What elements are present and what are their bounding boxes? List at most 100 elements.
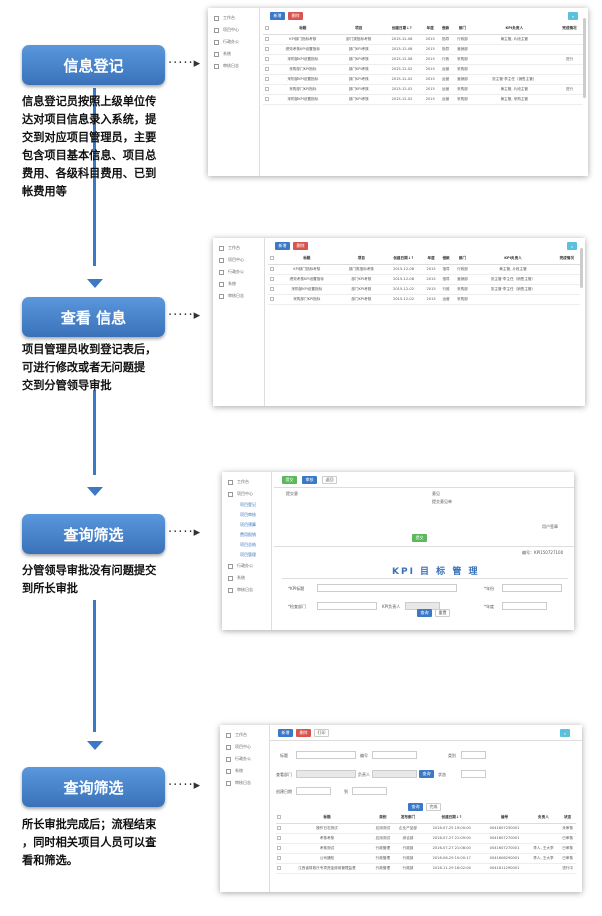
row-checkbox[interactable] [264, 46, 269, 51]
column-header[interactable] [268, 254, 276, 265]
delete-button[interactable]: 删除 [296, 729, 311, 737]
table-row[interactable]: 采购部KPI设置指标 部门KPI考核 2015-12-08 2015 行政 采购部 进行 [263, 54, 583, 65]
sidebar-item[interactable]: 系统 [220, 765, 269, 777]
select-all-checkbox[interactable] [264, 26, 269, 31]
table-row[interactable]: 绩效考核KPI设置指标 部门KPI考核 2015-12-08 2015 指导 营销部 [263, 44, 583, 55]
sidebar-item[interactable]: 项目中心 [222, 488, 271, 500]
table-row[interactable]: 采购部KPI设置指标 部门KPI考核 2015-12-02 2015 运营 采购部 黄主管,… [263, 94, 583, 105]
select-all-checkbox[interactable] [277, 815, 282, 820]
delete-button[interactable]: 删除 [288, 12, 303, 20]
table-row[interactable]: 采购部门KPI指标 部门KPI考核 2015-12-02 2015 运营 采购部 黄主管, … [263, 84, 583, 95]
search-icon[interactable]: ⌕ [560, 729, 570, 737]
sidebar-item[interactable]: 审核日志 [222, 584, 271, 596]
table-cell[interactable] [268, 294, 276, 305]
sidebar-item[interactable]: 工作台 [220, 729, 269, 741]
submit-button[interactable]: 提交 [282, 476, 297, 484]
table-row[interactable]: KPI部门指标考核 部门类指标考核 2015-12-08 2015 指导 行政部 黄主管, … [263, 34, 583, 45]
column-header[interactable] [263, 24, 271, 35]
scrollbar[interactable] [583, 18, 586, 98]
search-icon[interactable]: ⌕ [567, 242, 577, 250]
table-cell[interactable] [263, 84, 271, 95]
kpi-title-input[interactable] [317, 584, 457, 592]
table-row[interactable]: 操作日志测试 应用测试 企业产品部 2016-07-25 19:00:00 004160… [276, 823, 576, 834]
reset-button[interactable]: 完成 [426, 803, 441, 811]
sidebar-item[interactable]: 系统 [208, 48, 259, 60]
sidebar-item[interactable]: 行政办公 [220, 753, 269, 765]
sidebar-item[interactable]: 项目中心 [220, 741, 269, 753]
sidebar-subitem[interactable]: 项目登记 [222, 500, 271, 510]
year-input[interactable] [502, 602, 547, 610]
owner-filter[interactable] [372, 770, 417, 778]
query-button[interactable]: 查询 [408, 803, 423, 811]
add-button[interactable]: 新增 [278, 729, 293, 737]
sidebar-subitem[interactable]: 项目管理 [222, 550, 271, 560]
table-cell[interactable] [263, 94, 271, 105]
table-cell[interactable] [263, 34, 271, 45]
row-checkbox[interactable] [277, 845, 282, 850]
table-row[interactable]: KPI部门指标考核 部门类指标考核 2015-12-08 2015 指导 行政部 黄主管, … [268, 264, 580, 275]
table-cell[interactable] [263, 64, 271, 75]
sidebar-item[interactable]: 行政办公 [213, 266, 264, 278]
print-button[interactable]: 打印 [314, 729, 329, 737]
row-checkbox[interactable] [264, 66, 269, 71]
table-row[interactable]: 考核考核 应用测试 综合部 2016-07-27 21:09:00 0041607270… [276, 833, 576, 844]
table-cell[interactable] [268, 284, 276, 295]
select-button[interactable]: 查询 [417, 609, 432, 617]
table-row[interactable]: 采购部门KPI指标 部门KPI考核 2015-12-02 2015 运营 采购部 [263, 64, 583, 75]
sidebar-subitem[interactable]: 费用报销 [222, 530, 271, 540]
sidebar-item[interactable]: 审核日志 [220, 777, 269, 789]
row-checkbox[interactable] [264, 76, 269, 81]
number-filter[interactable] [372, 751, 417, 759]
row-checkbox[interactable] [277, 825, 282, 830]
review-button[interactable]: 审核 [302, 476, 317, 484]
row-checkbox[interactable] [264, 96, 269, 101]
row-checkbox[interactable] [264, 56, 269, 61]
add-button[interactable]: 新增 [275, 242, 290, 250]
clear-button[interactable]: 重置 [435, 609, 450, 617]
select-owner-button[interactable]: 查询 [419, 770, 434, 778]
row-checkbox[interactable] [264, 36, 269, 41]
table-row[interactable]: 绩效考核KPI设置指标 部门KPI考核 2015-12-08 2015 指导 营销部 张主管… [268, 274, 580, 285]
sidebar-item[interactable]: 工作台 [222, 476, 271, 488]
row-checkbox[interactable] [277, 865, 282, 870]
title-filter[interactable] [296, 751, 356, 759]
back-button[interactable]: 返回 [322, 476, 337, 484]
sidebar-item[interactable]: 审核日志 [213, 290, 264, 302]
category-filter[interactable] [461, 751, 486, 759]
table-cell[interactable] [268, 274, 276, 285]
row-checkbox[interactable] [269, 266, 274, 271]
table-cell[interactable] [263, 54, 271, 65]
row-checkbox[interactable] [277, 855, 282, 860]
table-row[interactable]: 采购部KPI设置指标 部门KPI考核 2015-12-02 2015 行政 采购部 张主管·… [268, 284, 580, 295]
table-row[interactable]: 江西省财政厅专项资金使用管理监督 行政管理 行政部 2016-11-29 16:02:… [276, 863, 576, 874]
search-icon[interactable]: ⌕ [568, 12, 578, 20]
department-select[interactable] [317, 602, 377, 610]
status-filter[interactable] [461, 770, 486, 778]
year-select[interactable] [502, 584, 562, 592]
sidebar-item[interactable]: 系统 [213, 278, 264, 290]
table-row[interactable]: 公司通知 行政管理 行政部 2016-06-29 10:00:17 0041606290… [276, 853, 576, 864]
row-checkbox[interactable] [269, 296, 274, 301]
sidebar-item[interactable]: 工作台 [213, 242, 264, 254]
department-filter[interactable] [296, 770, 356, 778]
sidebar-subitem[interactable]: 项目预算 [222, 520, 271, 530]
confirm-button[interactable]: 提交 [412, 534, 427, 542]
scrollbar[interactable] [580, 248, 583, 288]
date-to[interactable] [352, 787, 387, 795]
sidebar-item[interactable]: 项目中心 [208, 24, 259, 36]
sidebar-item[interactable]: 行政办公 [222, 560, 271, 572]
sidebar-subitem[interactable]: 项目审核 [222, 510, 271, 520]
add-button[interactable]: 新增 [270, 12, 285, 20]
table-row[interactable]: 采购部门KPI指标 部门KPI考核 2015-12-02 2015 运营 采购部 [268, 294, 580, 305]
sidebar-item[interactable]: 行政办公 [208, 36, 259, 48]
delete-button[interactable]: 删除 [293, 242, 308, 250]
select-all-checkbox[interactable] [269, 256, 274, 261]
sidebar-item[interactable]: 项目中心 [213, 254, 264, 266]
table-row[interactable]: 采购部KPI设置指标 部门KPI考核 2015-12-02 2015 运营 营销部 张主管·… [263, 74, 583, 85]
row-checkbox[interactable] [277, 835, 282, 840]
sidebar-item[interactable]: 工作台 [208, 12, 259, 24]
row-checkbox[interactable] [269, 276, 274, 281]
table-cell[interactable] [268, 264, 276, 275]
sidebar-item[interactable]: 系统 [222, 572, 271, 584]
table-cell[interactable] [263, 74, 271, 85]
